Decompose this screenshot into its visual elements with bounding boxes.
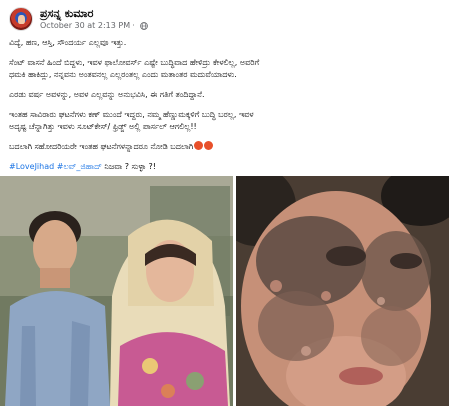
timestamp[interactable]: October 30 at 2:13 PM xyxy=(40,20,130,31)
paragraph-3: ಎರಡು ವರ್ಷ ಅವಳನ್ನು, ಅವಳ ಎಲ್ಲವನ್ನು ಅನುಭವಿಸ… xyxy=(9,90,205,99)
photo-grid xyxy=(0,176,449,406)
separator-dot: · xyxy=(132,21,135,30)
paragraph-5: ಬದಲಾಗಿ ಸಹೋದರಿಯರೇ ಇಂತಹ ಘಟನೆಗಳನ್ನಾದರೂ ನೋಡಿ… xyxy=(9,141,441,153)
facebook-post: ಪ್ರಸನ್ನ ಕುಮಾರ October 30 at 2:13 PM · ವಿ… xyxy=(0,0,449,406)
paragraph-5-text: ಬದಲಾಗಿ ಸಹೋದರಿಯರೇ ಇಂತಹ ಘಟನೆಗಳನ್ನಾದರೂ ನೋಡಿ… xyxy=(9,142,194,151)
angry-face-icon xyxy=(204,141,214,150)
injured-face-illustration xyxy=(236,176,449,406)
globe-icon xyxy=(139,21,148,30)
paragraph-2-line-2: ಧಮಕಿ ಹಾಕಿದ್ಲು, ನನ್ನವನು ಅಂತವನಲ್ಲ ಎಲ್ಲರಂತಲ… xyxy=(9,70,237,79)
photo-injured-face[interactable] xyxy=(236,176,449,406)
hashtag-tail-text: ನಿಜವಾ ? ಸುಳ್ಳಾ ?! xyxy=(104,162,156,171)
paragraph-4-line-2: ಅದೃಷ್ಟ ಚೆನ್ನಾಗಿತ್ತು ಇವಳು ಸೂಟ್‌ಕೇಸ್/ ಫ್ರಿ… xyxy=(9,122,197,131)
post-text: ವಿದ್ಯೆ, ಹಣ, ಆಸ್ತಿ, ಸೌಂದರ್ಯ ಎಲ್ಲವೂ ಇತ್ತು.… xyxy=(9,37,441,181)
paragraph-2-line-1: ಸೆಂಟ್ ವಾಸನೆ ಹಿಂದೆ ಬಿದ್ದಳು, ಇವಳ ಫಾಲೋವರ್ಸ್… xyxy=(9,58,260,67)
hashtag-love-jihad-kannada[interactable]: #ಲವ್_ಜಿಹಾದ್ xyxy=(57,162,102,171)
angry-face-icon xyxy=(194,141,204,150)
avatar[interactable] xyxy=(9,7,33,31)
paragraph-4-line-1: ಇಂತಹ ಸಾವಿರಾರು ಘಟನೆಗಳು ಕಣ್ ಮುಂದೆ ಇದ್ದರು, … xyxy=(9,110,254,119)
couple-photo-illustration xyxy=(0,176,233,406)
photo-couple[interactable] xyxy=(0,176,233,406)
hashtag-line: #LoveJihad #ಲವ್_ಜಿಹಾದ್ ನಿಜವಾ ? ಸುಳ್ಳಾ ?! xyxy=(9,161,441,173)
hashtag-lovejihad[interactable]: #LoveJihad xyxy=(9,162,54,171)
post-header: ಪ್ರಸನ್ನ ಕುಮಾರ October 30 at 2:13 PM · xyxy=(9,4,148,34)
author-name[interactable]: ಪ್ರಸನ್ನ ಕುಮಾರ xyxy=(40,7,148,20)
post-meta: ಪ್ರಸನ್ನ ಕುಮಾರ October 30 at 2:13 PM · xyxy=(40,7,148,31)
timestamp-row: October 30 at 2:13 PM · xyxy=(40,20,148,31)
paragraph-1: ವಿದ್ಯೆ, ಹಣ, ಆಸ್ತಿ, ಸೌಂದರ್ಯ ಎಲ್ಲವೂ ಇತ್ತು. xyxy=(9,38,127,47)
